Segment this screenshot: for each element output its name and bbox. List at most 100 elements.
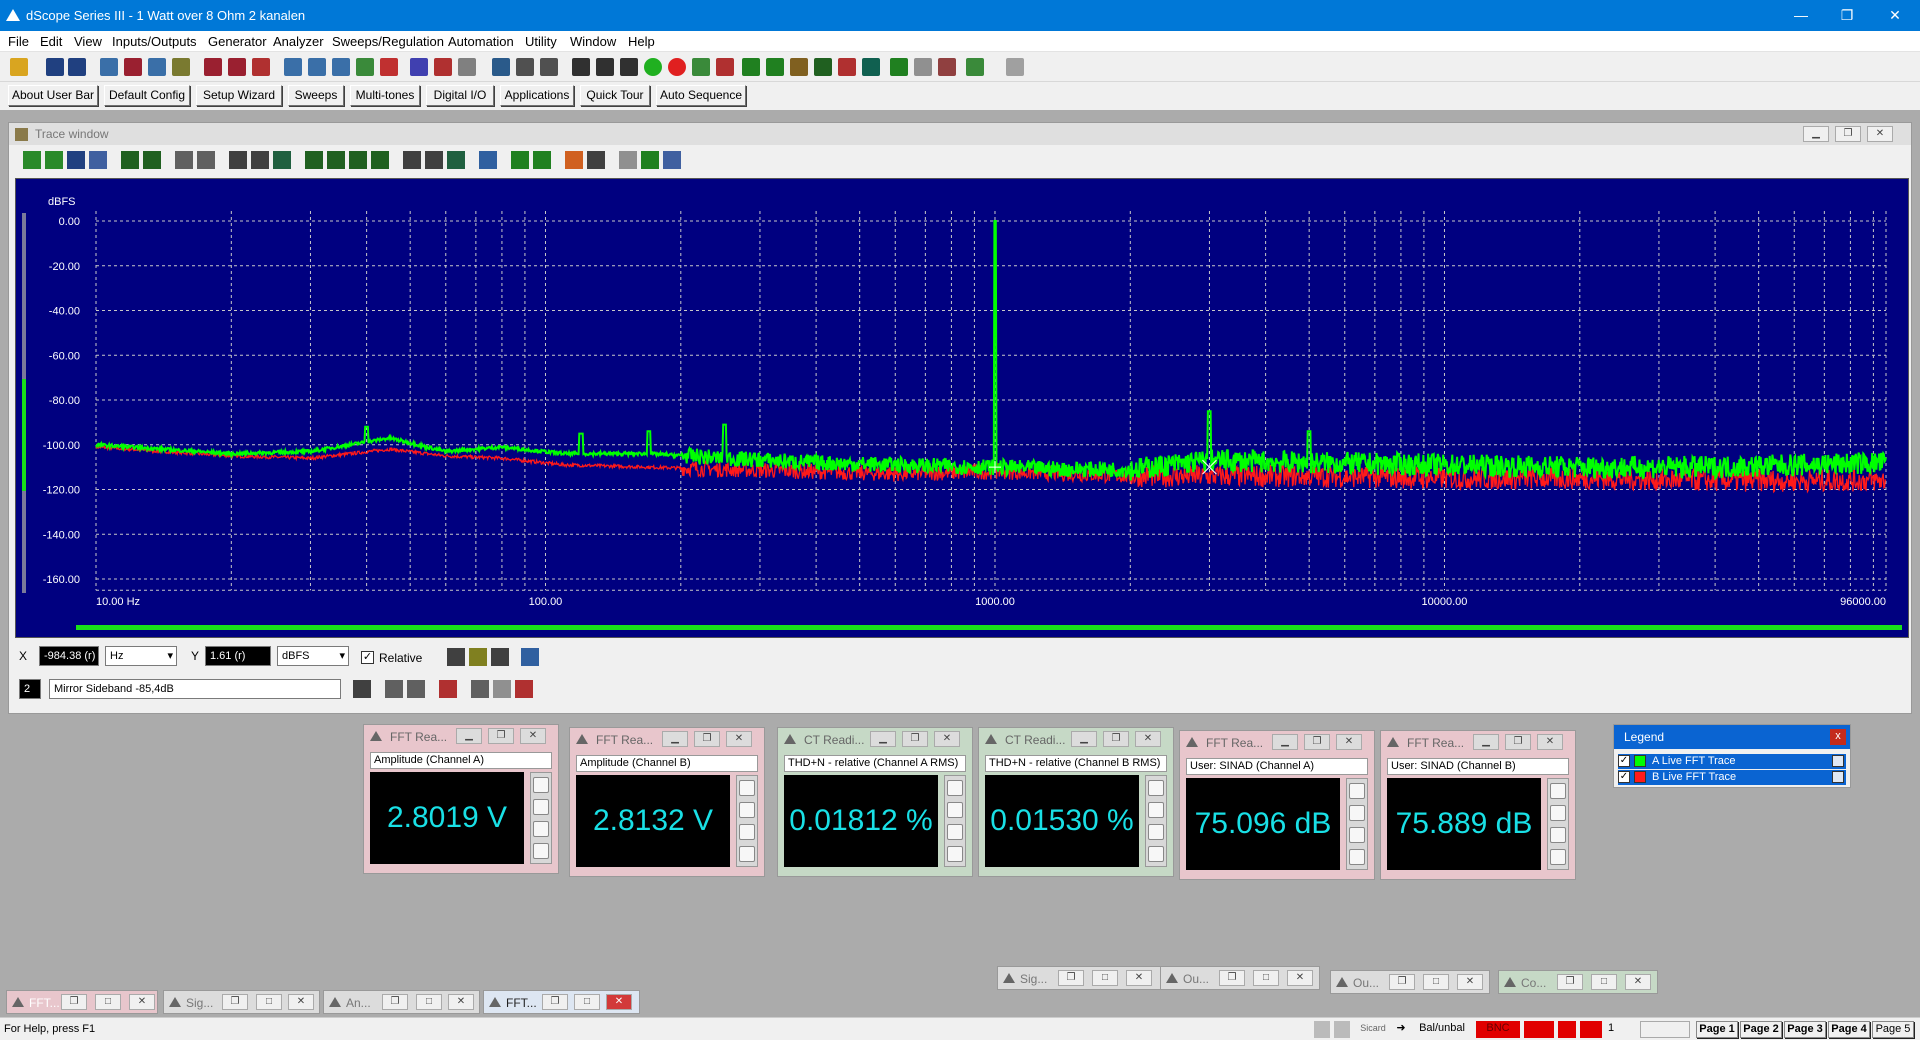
close-button[interactable]: ✕: [129, 994, 155, 1010]
sweep-icon[interactable]: [572, 58, 590, 76]
legend-close-button[interactable]: x: [1830, 729, 1846, 745]
maximize-button[interactable]: □: [1092, 970, 1118, 986]
trace-properties-icon[interactable]: [175, 151, 193, 169]
menu-sweeps-regulation[interactable]: Sweeps/Regulation: [332, 34, 444, 49]
close-button[interactable]: ✕: [1457, 974, 1483, 990]
trace-copy-icon[interactable]: [89, 151, 107, 169]
script-3-icon[interactable]: [938, 58, 956, 76]
reading-close-button[interactable]: ✕: [520, 728, 546, 744]
minimized-window[interactable]: FFT... ❐ □ ✕: [483, 990, 640, 1014]
minimize-button[interactable]: —: [1778, 0, 1824, 31]
menu-inputs-outputs[interactable]: Inputs/Outputs: [112, 34, 197, 49]
settings-icon[interactable]: [947, 802, 963, 818]
script-2-icon[interactable]: [914, 58, 932, 76]
maximize-button[interactable]: □: [256, 994, 282, 1010]
trace-tool-1-icon[interactable]: [23, 151, 41, 169]
fft-chart[interactable]: dBFS 0.00 -20.00 -40.00 -60.00 -80.00 -100.00 -…: [15, 178, 1909, 638]
restore-button[interactable]: ❐: [1557, 974, 1583, 990]
reading-restore-button[interactable]: ❐: [1304, 734, 1330, 750]
output-a-icon[interactable]: [124, 58, 142, 76]
link-2-icon[interactable]: [587, 151, 605, 169]
settings-icon[interactable]: [533, 799, 549, 815]
zoom-icon[interactable]: [229, 151, 247, 169]
link-icon[interactable]: [565, 151, 583, 169]
marker-tool-2-icon[interactable]: [385, 680, 403, 698]
reading-restore-button[interactable]: ❐: [1103, 731, 1129, 747]
generator-icon[interactable]: [204, 58, 222, 76]
maximize-button[interactable]: □: [1591, 974, 1617, 990]
trace-2-icon[interactable]: [766, 58, 784, 76]
minimized-window[interactable]: Sig... ❐ □ ✕: [163, 990, 320, 1014]
properties-icon[interactable]: [739, 824, 755, 840]
restore-button[interactable]: ❐: [222, 994, 248, 1010]
properties-icon[interactable]: [947, 824, 963, 840]
restore-button[interactable]: ❐: [1389, 974, 1415, 990]
legend-title-bar[interactable]: Legend x: [1614, 725, 1850, 749]
trace-tool-8-icon[interactable]: [197, 151, 215, 169]
reading-label[interactable]: User: SINAD (Channel A): [1186, 758, 1368, 775]
trace-settings-icon[interactable]: [1832, 771, 1844, 783]
close-button[interactable]: ✕: [1126, 970, 1152, 986]
legend-checkbox[interactable]: ✓: [1618, 755, 1630, 767]
marker-2-icon[interactable]: [425, 151, 443, 169]
output-c-icon[interactable]: [172, 58, 190, 76]
page-5-button[interactable]: Page 5: [1872, 1021, 1914, 1038]
digital-io-button[interactable]: Digital I/O: [426, 85, 494, 106]
input-4-icon[interactable]: [356, 58, 374, 76]
cursor-tool-1-icon[interactable]: [447, 648, 465, 666]
reading-window[interactable]: FFT Rea... ▁ ❐ ✕ Amplitude (Channel A) 2.8…: [363, 724, 559, 874]
zoom-2-icon[interactable]: [251, 151, 269, 169]
scale-2-icon[interactable]: [327, 151, 345, 169]
properties-icon[interactable]: [1550, 827, 1566, 843]
relative-checkbox[interactable]: ✓: [361, 651, 374, 664]
regulation-icon[interactable]: [692, 58, 710, 76]
reading-window[interactable]: FFT Rea... ▁ ❐ ✕ User: SINAD (Channel B) 7…: [1380, 730, 1576, 880]
output-b-icon[interactable]: [148, 58, 166, 76]
minimized-window[interactable]: Sig... ❐ □ ✕: [997, 966, 1161, 990]
input-icon[interactable]: [284, 58, 302, 76]
reading-label[interactable]: Amplitude (Channel A): [370, 752, 552, 769]
legend-item[interactable]: ✓ A Live FFT Trace: [1618, 754, 1846, 769]
save-icon[interactable]: [46, 58, 64, 76]
menu-file[interactable]: File: [8, 34, 29, 49]
generator-3-icon[interactable]: [252, 58, 270, 76]
minimized-window[interactable]: Ou... ❐ □ ✕: [1160, 966, 1320, 990]
legend-window[interactable]: Legend x ✓ A Live FFT Trace ✓ B Live FFT…: [1613, 724, 1851, 788]
analyzer-icon[interactable]: [410, 58, 428, 76]
reading-close-button[interactable]: ✕: [1537, 734, 1563, 750]
marker-tool-3-icon[interactable]: [407, 680, 425, 698]
reading-restore-button[interactable]: ❐: [694, 731, 720, 747]
print-icon[interactable]: [1006, 58, 1024, 76]
overlay-3-icon[interactable]: [663, 151, 681, 169]
trace-5-icon[interactable]: [838, 58, 856, 76]
page-3-button[interactable]: Page 3: [1784, 1021, 1826, 1038]
close-button[interactable]: ✕: [606, 994, 632, 1010]
sweep-3-icon[interactable]: [620, 58, 638, 76]
menu-window[interactable]: Window: [570, 34, 616, 49]
page-2-button[interactable]: Page 2: [1740, 1021, 1782, 1038]
expand-icon[interactable]: [1550, 849, 1566, 865]
trace-close-button[interactable]: ✕: [1867, 126, 1893, 142]
meter-icon[interactable]: [1349, 783, 1365, 799]
legend-checkbox[interactable]: ✓: [1618, 771, 1630, 783]
reading-label[interactable]: Amplitude (Channel B): [576, 755, 758, 772]
reading-title-bar[interactable]: FFT Rea... ▁ ❐ ✕: [1180, 731, 1374, 753]
trace-3-icon[interactable]: [790, 58, 808, 76]
close-button[interactable]: ✕: [448, 994, 474, 1010]
reading-close-button[interactable]: ✕: [1135, 731, 1161, 747]
trace-window-title-bar[interactable]: Trace window ▁ ❐ ✕: [9, 123, 1911, 145]
trace-icon[interactable]: [742, 58, 760, 76]
trace-4-icon[interactable]: [814, 58, 832, 76]
menu-view[interactable]: View: [74, 34, 102, 49]
reading-minimize-button[interactable]: ▁: [1473, 734, 1499, 750]
multi-tones-button[interactable]: Multi-tones: [350, 85, 420, 106]
expand-icon[interactable]: [1349, 849, 1365, 865]
close-button[interactable]: ✕: [288, 994, 314, 1010]
reading-restore-button[interactable]: ❐: [902, 731, 928, 747]
cursor-x-value[interactable]: -984.38 (r): [39, 646, 99, 666]
menu-edit[interactable]: Edit: [40, 34, 62, 49]
fft-chart-svg[interactable]: dBFS 0.00 -20.00 -40.00 -60.00 -80.00 -100.00 -…: [16, 179, 1908, 637]
trace-tool-2-icon[interactable]: [45, 151, 63, 169]
restore-button[interactable]: ❐: [542, 994, 568, 1010]
generator-2-icon[interactable]: [228, 58, 246, 76]
